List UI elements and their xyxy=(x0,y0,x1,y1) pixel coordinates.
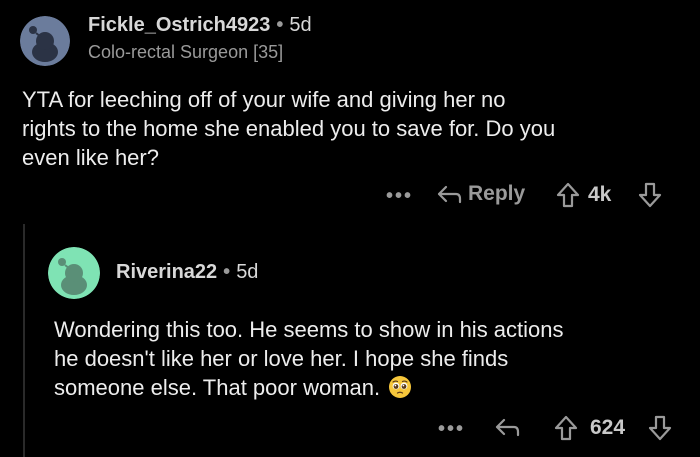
reply-label: Reply xyxy=(468,182,526,205)
more-options-button[interactable]: ••• xyxy=(438,419,465,439)
avatar[interactable] xyxy=(20,16,70,66)
comment-actions: ••• Reply 4k xyxy=(386,180,668,210)
pleading-face-emoji xyxy=(388,375,412,406)
comment-author-line: Fickle_Ostrich4923 • 5d xyxy=(88,14,312,37)
comment-line: even like her? xyxy=(22,145,159,170)
vote-count: 4k xyxy=(588,183,612,206)
more-options-button[interactable]: ••• xyxy=(386,186,413,206)
comment-line: YTA for leeching off of your wife and gi… xyxy=(22,87,506,112)
comment-line-with-emoji: someone else. That poor woman. xyxy=(54,373,694,406)
username[interactable]: Riverina22 xyxy=(116,261,217,283)
comment-body: YTA for leeching off of your wife and gi… xyxy=(22,85,682,172)
thread-line[interactable] xyxy=(23,224,25,457)
comment-body: Wondering this too. He seems to show in … xyxy=(54,315,694,406)
reply-arrow-icon xyxy=(436,182,462,206)
username[interactable]: Fickle_Ostrich4923 xyxy=(88,14,270,36)
upvote-icon[interactable] xyxy=(554,415,578,441)
downvote-icon[interactable] xyxy=(638,182,662,208)
comment-age: 5d xyxy=(289,14,312,36)
reply-arrow-icon[interactable] xyxy=(494,415,520,439)
downvote-icon[interactable] xyxy=(648,415,672,441)
reply-button[interactable]: Reply xyxy=(436,182,525,206)
comment-line: he doesn't like her or love her. I hope … xyxy=(54,346,509,371)
upvote-icon[interactable] xyxy=(556,182,580,208)
comment-author-line: Riverina22 • 5d xyxy=(116,261,258,284)
vote-count: 624 xyxy=(590,416,626,439)
comment-line: rights to the home she enabled you to sa… xyxy=(22,116,556,141)
comment-age: 5d xyxy=(236,261,259,283)
comment-actions: ••• 624 xyxy=(438,413,672,443)
comment-line: someone else. That poor woman. xyxy=(54,375,381,400)
comment-line: Wondering this too. He seems to show in … xyxy=(54,317,564,342)
user-flair: Colo-rectal Surgeon [35] xyxy=(88,42,284,62)
separator-dot: • xyxy=(276,14,284,36)
separator-dot: • xyxy=(223,261,231,283)
avatar[interactable] xyxy=(48,247,100,299)
